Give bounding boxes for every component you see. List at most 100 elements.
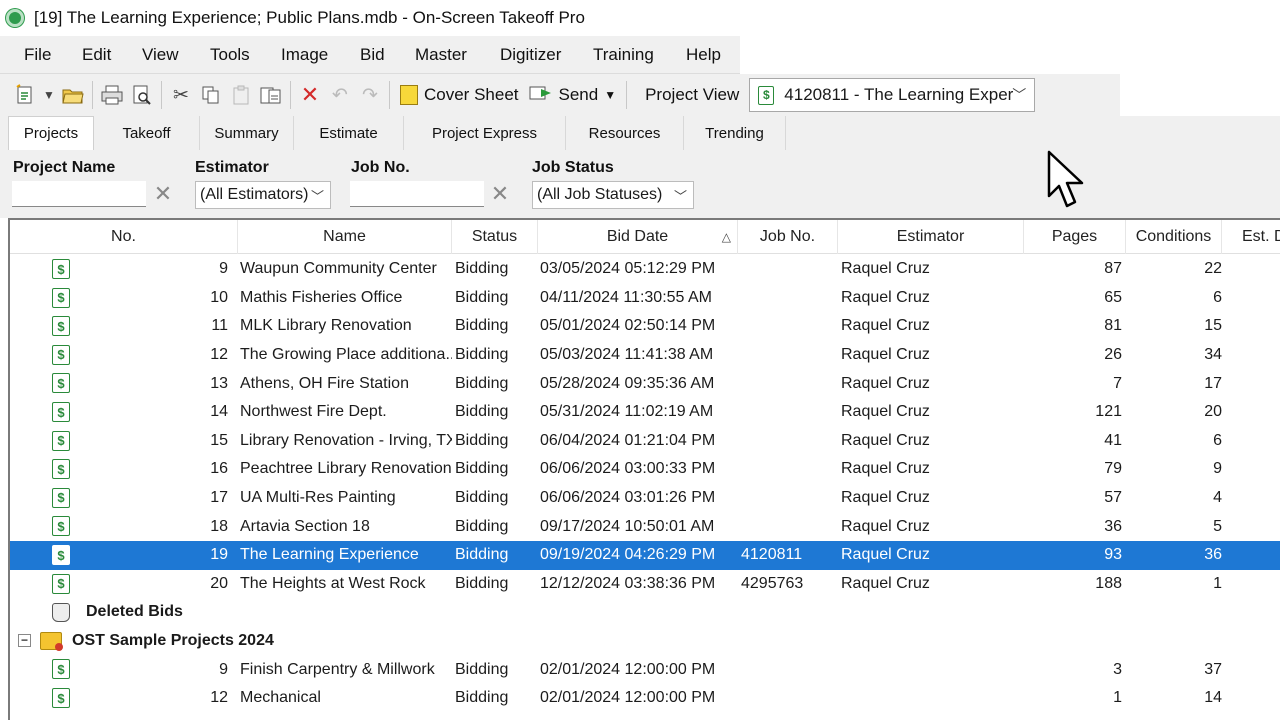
print-icon[interactable]	[97, 80, 127, 110]
table-row[interactable]: $12 Mechanical Bidding 02/01/2024 12:00:00 …	[10, 684, 1280, 713]
menu-edit[interactable]: Edit	[82, 45, 111, 65]
menu-tools[interactable]: Tools	[210, 45, 250, 65]
group-row-deleted-bids[interactable]: Deleted Bids	[10, 598, 1280, 627]
cell-bid-date: 05/01/2024 02:50:14 PM	[540, 317, 716, 335]
collapse-toggle-icon[interactable]: −	[18, 633, 31, 647]
cell-conditions: 34	[1204, 346, 1222, 364]
column-header-no[interactable]: No.	[10, 220, 238, 254]
cell-job-no: 4295763	[741, 574, 804, 592]
table-row[interactable]: $9 Finish Carpentry & Millwork Bidding 02/0…	[10, 655, 1280, 684]
table-row[interactable]: $10 Mathis Fisheries Office Bidding 04/11/2…	[10, 284, 1280, 313]
menu-help[interactable]: Help	[686, 45, 721, 65]
table-row[interactable]: $19 The Learning Experience Bidding 09/19/2…	[10, 541, 1280, 570]
send-dropdown-arrow-icon[interactable]: ▼	[604, 88, 616, 102]
menu-training[interactable]: Training	[593, 45, 654, 65]
column-header-name[interactable]: Name	[238, 220, 452, 254]
cell-job-no	[741, 684, 837, 713]
cell-conditions: 1	[1213, 574, 1222, 592]
menu-view[interactable]: View	[142, 45, 179, 65]
cell-estimator: Raquel Cruz	[841, 460, 930, 478]
column-header-bid-date[interactable]: Bid Date △	[538, 220, 738, 254]
group-row-sample-projects[interactable]: − OST Sample Projects 2024	[10, 627, 1280, 656]
project-name-input[interactable]	[12, 181, 146, 207]
table-row[interactable]: $16 Peachtree Library Renovation Bidding 06…	[10, 455, 1280, 484]
tab-resources[interactable]: Resources	[566, 116, 684, 150]
cell-no: 10	[210, 288, 228, 306]
job-no-input[interactable]	[350, 181, 484, 207]
bid-document-icon: $	[52, 459, 70, 480]
delete-icon[interactable]: ✕	[295, 80, 325, 110]
sort-ascending-icon: △	[721, 230, 731, 244]
send-button[interactable]: Send ▼	[529, 83, 616, 108]
cell-name: The Learning Experience	[240, 546, 419, 564]
cell-job-no	[741, 512, 837, 541]
menu-file[interactable]: File	[24, 45, 51, 65]
tab-estimate[interactable]: Estimate	[294, 116, 404, 150]
cell-name: Artavia Section 18	[240, 517, 370, 535]
cell-pages: 7	[1113, 374, 1122, 392]
table-row[interactable]: $12 The Growing Place additiona... Bidding…	[10, 341, 1280, 370]
cell-pages: 65	[1104, 288, 1122, 306]
cover-sheet-button[interactable]: Cover Sheet	[400, 85, 519, 105]
menu-digitizer[interactable]: Digitizer	[500, 45, 561, 65]
new-project-icon[interactable]	[10, 80, 40, 110]
estimator-select[interactable]: (All Estimators) ﹀	[195, 181, 331, 209]
print-preview-icon[interactable]	[127, 80, 157, 110]
new-dropdown-arrow-icon[interactable]: ▼	[40, 80, 58, 110]
cell-bid-date: 06/04/2024 01:21:04 PM	[540, 431, 716, 449]
column-header-estimator[interactable]: Estimator	[838, 220, 1024, 254]
title-bar: [19] The Learning Experience; Public Pla…	[0, 0, 1280, 36]
table-row[interactable]: $20 The Heights at West Rock Bidding 12/12/…	[10, 570, 1280, 599]
cell-no: 16	[210, 460, 228, 478]
clear-job-no-icon[interactable]: ✕	[488, 181, 512, 207]
tab-trending[interactable]: Trending	[684, 116, 786, 150]
column-header-pages[interactable]: Pages	[1024, 220, 1126, 254]
cell-estimator: Raquel Cruz	[841, 317, 930, 335]
cell-pages: 121	[1095, 403, 1122, 421]
cell-no: 11	[211, 317, 228, 335]
cell-status: Bidding	[455, 546, 509, 564]
cell-estimator	[841, 655, 1021, 684]
bid-document-icon: $	[52, 373, 70, 394]
job-status-select[interactable]: (All Job Statuses) ﹀	[532, 181, 694, 209]
tab-takeoff[interactable]: Takeoff	[94, 116, 200, 150]
cell-estimator	[841, 684, 1021, 713]
cell-estimator: Raquel Cruz	[841, 546, 930, 564]
project-view-select[interactable]: $ 4120811 - The Learning Exper ﹀	[749, 78, 1036, 112]
menu-image[interactable]: Image	[281, 45, 328, 65]
table-row[interactable]: $14 Northwest Fire Dept. Bidding 05/31/2024…	[10, 398, 1280, 427]
menu-master[interactable]: Master	[415, 45, 467, 65]
cell-job-no	[741, 255, 837, 284]
table-row[interactable]: $13 Athens, OH Fire Station Bidding 05/28/2…	[10, 369, 1280, 398]
copy-icon[interactable]	[196, 80, 226, 110]
menu-bid[interactable]: Bid	[360, 45, 385, 65]
table-row[interactable]: $18 Artavia Section 18 Bidding 09/17/2024 1…	[10, 512, 1280, 541]
paste-special-icon[interactable]	[256, 80, 286, 110]
cell-name: MLK Library Renovation	[240, 317, 412, 335]
column-header-est-d[interactable]: Est. D	[1222, 220, 1280, 254]
tab-summary[interactable]: Summary	[200, 116, 294, 150]
cell-estimator: Raquel Cruz	[841, 517, 930, 535]
cut-icon[interactable]: ✂	[166, 80, 196, 110]
cell-no: 12	[210, 346, 228, 364]
column-header-conditions[interactable]: Conditions	[1126, 220, 1222, 254]
cell-job-no	[741, 455, 837, 484]
table-row[interactable]: $15 Library Renovation - Irving, TX Biddin…	[10, 427, 1280, 456]
table-row[interactable]: $17 UA Multi-Res Painting Bidding 06/06/202…	[10, 484, 1280, 513]
table-row[interactable]: $11 MLK Library Renovation Bidding 05/01/20…	[10, 312, 1280, 341]
cell-pages: 188	[1095, 574, 1122, 592]
tab-project-express[interactable]: Project Express	[404, 116, 566, 150]
tab-projects[interactable]: Projects	[8, 116, 94, 150]
cell-name: Library Renovation - Irving, TX	[240, 431, 452, 449]
open-folder-icon[interactable]	[58, 80, 88, 110]
filter-panel: Project Name ✕ Estimator (All Estimators…	[0, 150, 1280, 218]
clear-project-name-icon[interactable]: ✕	[151, 181, 175, 207]
table-row[interactable]: $9 Waupun Community Center Bidding 03/05/20…	[10, 255, 1280, 284]
cell-bid-date: 05/28/2024 09:35:36 AM	[540, 374, 715, 392]
cell-bid-date: 12/12/2024 03:38:36 PM	[540, 574, 716, 592]
column-header-job-no[interactable]: Job No.	[738, 220, 838, 254]
cell-job-no	[741, 284, 837, 313]
column-header-status[interactable]: Status	[452, 220, 538, 254]
cell-bid-date: 09/19/2024 04:26:29 PM	[540, 546, 716, 564]
cell-job-no	[741, 369, 837, 398]
